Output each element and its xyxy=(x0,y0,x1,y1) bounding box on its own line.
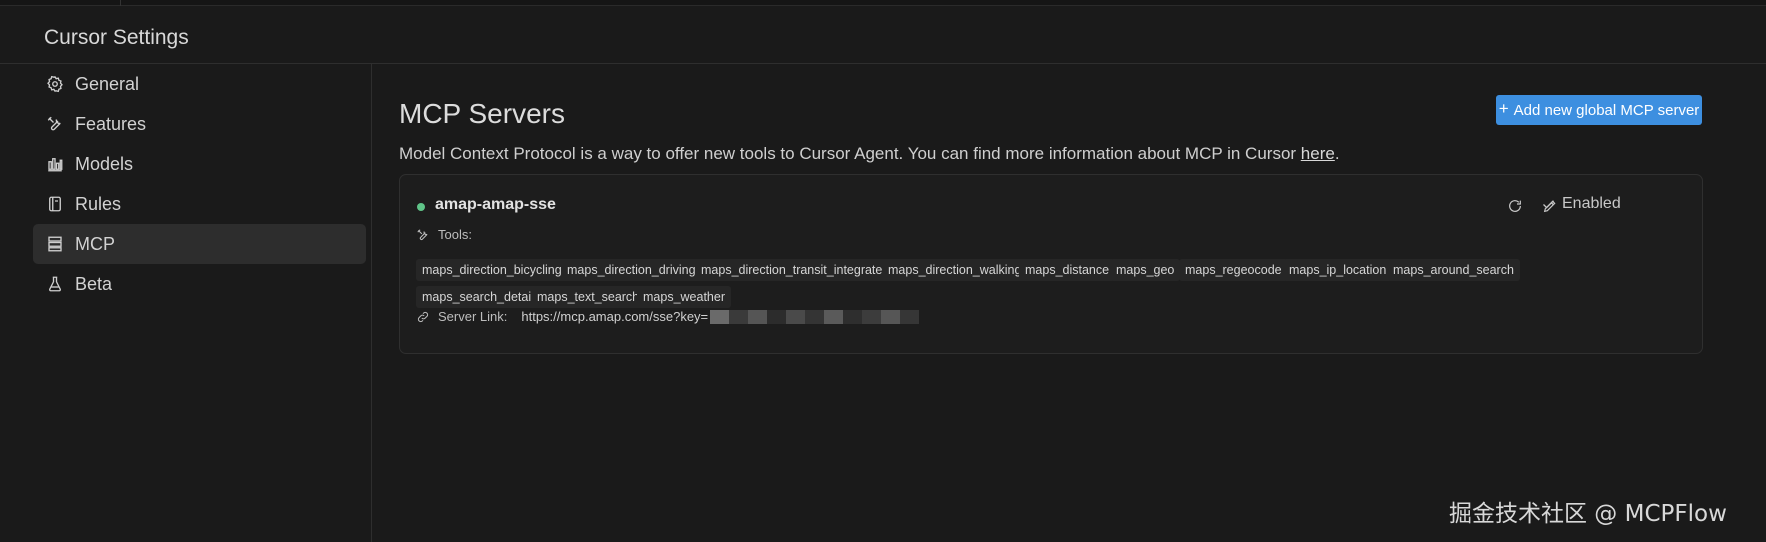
pencil-icon xyxy=(1543,200,1556,213)
refresh-button[interactable] xyxy=(1504,195,1526,217)
status-indicator-dot xyxy=(417,203,425,211)
sidebar-item-models[interactable]: Models xyxy=(33,144,366,184)
mcp-description: Model Context Protocol is a way to offer… xyxy=(399,144,1340,164)
sidebar-item-label: General xyxy=(75,73,140,94)
page-title: MCP Servers xyxy=(399,98,565,129)
bar-chart-icon xyxy=(45,154,65,174)
main-panel: MCP Servers + Add new global MCP server … xyxy=(373,64,1766,542)
tools-icon xyxy=(45,114,65,134)
sidebar-item-label: MCP xyxy=(75,233,115,254)
tool-chip: maps_direction_transit_integrated xyxy=(695,259,896,281)
tool-chip: maps_weather xyxy=(637,286,731,308)
watermark: 掘金技术社区 @ MCPFlow xyxy=(1449,501,1727,527)
sidebar-item-label: Rules xyxy=(75,193,122,214)
sidebar-item-beta[interactable]: Beta xyxy=(33,264,366,304)
book-icon xyxy=(45,194,65,214)
sidebar-item-label: Beta xyxy=(75,273,113,294)
server-link-label: Server Link: xyxy=(438,309,508,324)
tools-label-row: Tools: xyxy=(416,227,472,242)
redacted-key-mosaic xyxy=(710,309,920,324)
tools-label: Tools: xyxy=(438,227,472,242)
sidebar-item-features[interactable]: Features xyxy=(33,104,366,144)
tool-chip: maps_around_search xyxy=(1387,259,1520,281)
link-icon xyxy=(417,311,429,322)
description-text: Model Context Protocol is a way to offer… xyxy=(399,144,1301,163)
sidebar-item-mcp[interactable]: MCP xyxy=(33,224,366,264)
tool-chip: maps_direction_walking xyxy=(882,259,1028,281)
tool-chip: maps_direction_bicycling xyxy=(416,259,568,281)
enabled-label: Enabled xyxy=(1562,195,1621,212)
plus-icon: + xyxy=(1498,99,1509,118)
description-suffix: . xyxy=(1334,144,1340,163)
tool-chip: maps_distance xyxy=(1019,259,1116,281)
tool-chip: maps_text_search xyxy=(531,286,646,308)
sidebar-item-rules[interactable]: Rules xyxy=(33,184,366,224)
sidebar-item-label: Models xyxy=(75,153,134,174)
server-name: amap-amap-sse xyxy=(435,196,556,213)
page-header-title: Cursor Settings xyxy=(44,26,189,49)
settings-header: Cursor Settings xyxy=(0,6,1766,64)
tool-chip: maps_geo xyxy=(1110,259,1181,281)
server-stack-icon xyxy=(45,234,65,254)
tool-chip: maps_ip_location xyxy=(1283,259,1393,281)
refresh-icon xyxy=(1509,200,1521,212)
server-link-url[interactable]: https://mcp.amap.com/sse?key= xyxy=(521,309,708,324)
flask-icon xyxy=(45,274,65,294)
edit-button[interactable] xyxy=(1539,195,1561,217)
add-global-mcp-server-button[interactable]: + Add new global MCP server xyxy=(1496,95,1702,125)
tools-icon xyxy=(417,228,428,240)
add-button-label: Add new global MCP server xyxy=(1513,101,1700,119)
tool-chip: maps_search_detail xyxy=(416,286,540,308)
gear-icon xyxy=(45,74,65,94)
tool-chip: maps_direction_driving xyxy=(561,259,702,281)
mcp-server-card: amap-amap-sse Enabled Tools: maps_direct… xyxy=(399,174,1703,354)
settings-sidebar: General Features Models Rules MCP Beta xyxy=(0,64,372,542)
tool-chip: maps_regeocode xyxy=(1179,259,1288,281)
more-info-link[interactable]: here xyxy=(1301,144,1335,163)
sidebar-item-label: Features xyxy=(75,113,147,134)
server-link-row: Server Link: https://mcp.amap.com/sse?ke… xyxy=(416,309,920,324)
sidebar-item-general[interactable]: General xyxy=(33,64,366,104)
